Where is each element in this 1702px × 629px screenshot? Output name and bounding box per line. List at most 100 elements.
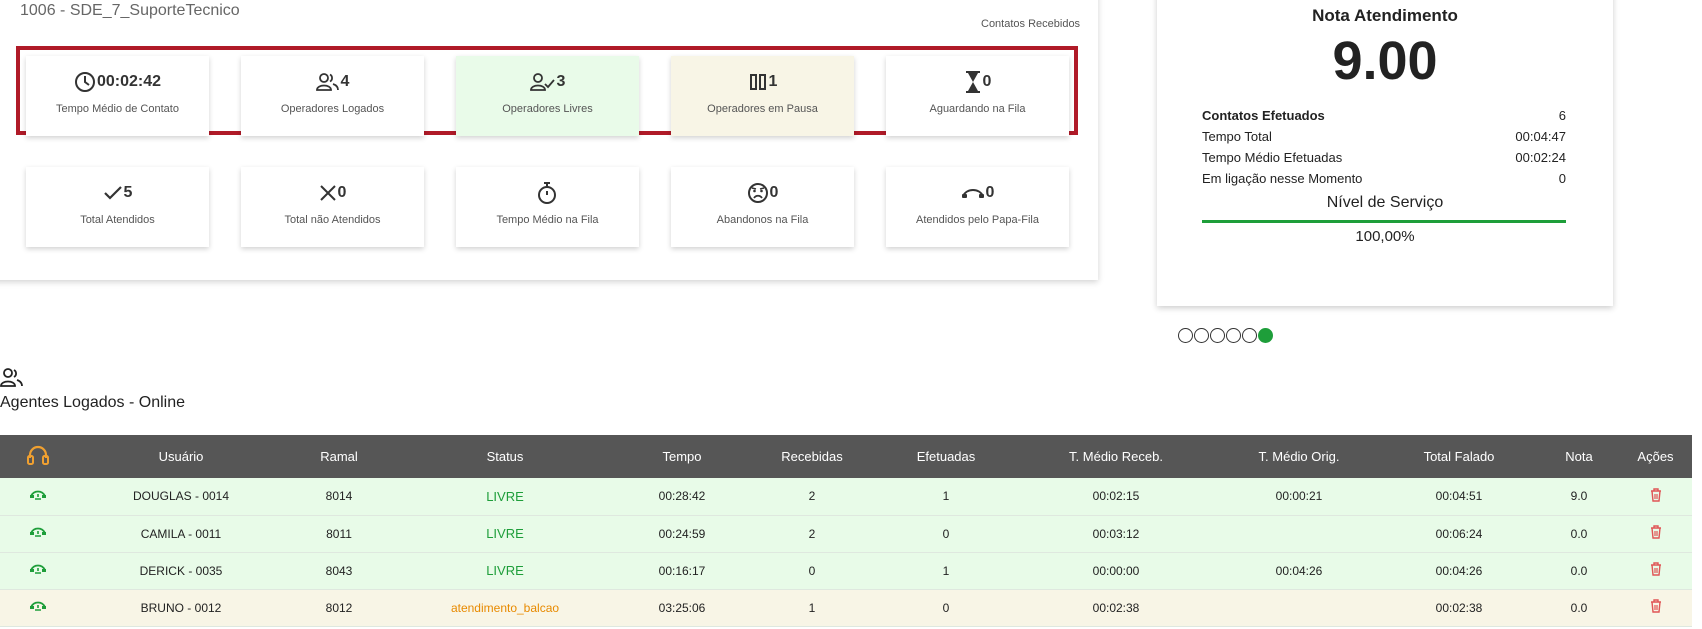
cell-status-text: LIVRE	[486, 526, 524, 541]
nota-row-value: 6	[1558, 108, 1566, 123]
cell-tempo-text: 00:24:59	[658, 526, 706, 541]
cell-usuario-text: BRUNO - 0012	[140, 600, 222, 615]
stat-value: 3	[556, 73, 566, 90]
cell-total-falado: 00:04:26	[1379, 552, 1539, 590]
cell-recebidas: 2	[745, 478, 879, 516]
stat-card: 0 Atendidos pelo Papa-Fila	[886, 167, 1069, 247]
stat-value-row: 1	[671, 70, 854, 94]
cell-total-falado-text: 00:02:38	[1435, 600, 1483, 615]
stat-card: 5 Total Atendidos	[26, 167, 209, 247]
cell-nota-text: 0.0	[1570, 563, 1588, 578]
nota-row-tempo-total: Tempo Total 00:04:47	[1202, 129, 1566, 144]
cell-tempo-text: 03:25:06	[658, 600, 706, 615]
headset-icon	[26, 445, 49, 465]
cell-acoes	[1619, 552, 1692, 590]
cell-status: LIVRE	[391, 552, 619, 590]
nivel-servico-title: Nível de Serviço	[1326, 194, 1444, 211]
carousel-dot[interactable]	[1194, 328, 1209, 343]
delete-icon[interactable]	[1650, 525, 1662, 542]
col-nota[interactable]: Nota	[1539, 435, 1619, 478]
stat-value-row: 3	[456, 70, 639, 94]
phone-icon	[29, 564, 47, 579]
nota-row-key: Em ligação nesse Momento	[1202, 171, 1363, 186]
cell-efetuadas-text: 0	[942, 526, 950, 541]
cell-recebidas: 0	[745, 552, 879, 590]
nota-row-key: Contatos Efetuados	[1202, 108, 1325, 123]
col-acoes: Ações	[1619, 435, 1692, 478]
cell-tempo: 03:25:06	[619, 589, 745, 627]
cell-tempo: 00:28:42	[619, 478, 745, 516]
cell-nota-text: 0.0	[1570, 526, 1588, 541]
nota-row-value: 0	[1558, 171, 1566, 186]
stat-card: 00:02:42 Tempo Médio de Contato	[26, 56, 209, 136]
carousel-dot[interactable]	[1226, 328, 1241, 343]
cell-tempo-text: 00:16:17	[658, 563, 706, 578]
stat-card: 3 Operadores Livres	[456, 56, 639, 136]
nota-atendimento-panel: Nota Atendimento 9.00 Contatos Efetuados…	[1157, 0, 1613, 306]
col-usuario[interactable]: Usuário	[75, 435, 287, 478]
carousel-dots	[1178, 328, 1273, 343]
cell-nota: 0.0	[1539, 515, 1619, 553]
col-total-falado[interactable]: Total Falado	[1379, 435, 1539, 478]
delete-icon[interactable]	[1650, 562, 1662, 579]
carousel-dot[interactable]	[1210, 328, 1225, 343]
table-row: DERICK - 0035 8043 LIVRE 00:16:17 0 1 00:00:00…	[0, 552, 1692, 590]
delete-icon[interactable]	[1650, 599, 1662, 616]
stat-value: 5	[123, 184, 133, 201]
stat-card: 4 Operadores Logados	[241, 56, 424, 136]
col-recebidas[interactable]: Recebidas	[745, 435, 879, 478]
cell-tempo-text: 00:28:42	[658, 489, 706, 504]
received-contacts-label: Contatos Recebidos	[981, 18, 1081, 30]
nota-value: 9.00	[1332, 31, 1438, 91]
stat-label: Operadores em Pausa	[707, 103, 818, 115]
carousel-dot[interactable]	[1242, 328, 1257, 343]
stat-value-row: 0	[886, 181, 1069, 205]
nivel-servico-bar	[1202, 220, 1566, 223]
stat-value: 1	[768, 73, 778, 90]
stat-value-row: 0	[671, 181, 854, 205]
cell-acoes	[1619, 589, 1692, 627]
col-status[interactable]: Status	[391, 435, 619, 478]
stat-value: 4	[340, 73, 350, 90]
cell-status: atendimento_balcao	[391, 589, 619, 627]
cell-tempo: 00:16:17	[619, 552, 745, 590]
cell-tmedio-orig	[1219, 589, 1379, 627]
cell-usuario-text: CAMILA - 0011	[140, 526, 222, 541]
cell-usuario: CAMILA - 0011	[75, 515, 287, 553]
table-row: CAMILA - 0011 8011 LIVRE 00:24:59 2 0 00:03:12…	[0, 515, 1692, 553]
cell-recebidas-text: 2	[808, 489, 816, 504]
cell-total-falado-text: 00:06:24	[1435, 526, 1483, 541]
col-ramal[interactable]: Ramal	[287, 435, 391, 478]
table-row: DOUGLAS - 0014 8014 LIVRE 00:28:42 2 1 00:02:1…	[0, 478, 1692, 516]
col-tmedio-orig[interactable]: T. Médio Orig.	[1219, 435, 1379, 478]
stat-value-row: 5	[26, 181, 209, 205]
cell-nota-text: 0.0	[1570, 600, 1588, 615]
cell-tempo: 00:24:59	[619, 515, 745, 553]
users-icon	[0, 367, 24, 394]
cell-ramal: 8012	[287, 589, 391, 627]
cell-usuario: DERICK - 0035	[75, 552, 287, 590]
pause-icon	[748, 72, 768, 92]
col-tempo[interactable]: Tempo	[619, 435, 745, 478]
users-icon	[315, 72, 340, 92]
cell-efetuadas-text: 1	[942, 563, 950, 578]
cell-usuario-text: DOUGLAS - 0014	[132, 489, 230, 504]
check-icon	[103, 184, 123, 202]
stat-label: Total Atendidos	[80, 214, 155, 226]
cell-efetuadas-text: 0	[942, 600, 950, 615]
delete-icon[interactable]	[1650, 488, 1662, 505]
stat-value: 0	[769, 184, 779, 201]
col-tmedio-receb[interactable]: T. Médio Receb.	[1013, 435, 1219, 478]
cell-total-falado-text: 00:04:26	[1435, 563, 1483, 578]
stat-value: 0	[982, 73, 992, 90]
cell-total-falado-text: 00:04:51	[1435, 489, 1483, 504]
cell-ramal-text: 8014	[325, 489, 353, 504]
agents-title: Agentes Logados - Online	[0, 394, 186, 411]
col-efetuadas[interactable]: Efetuadas	[879, 435, 1013, 478]
carousel-dot[interactable]	[1178, 328, 1193, 343]
phone-hangup-icon	[961, 186, 985, 200]
cell-phone	[0, 515, 75, 553]
carousel-dot[interactable]	[1258, 328, 1273, 343]
cell-nota: 9.0	[1539, 478, 1619, 516]
cell-phone	[0, 552, 75, 590]
